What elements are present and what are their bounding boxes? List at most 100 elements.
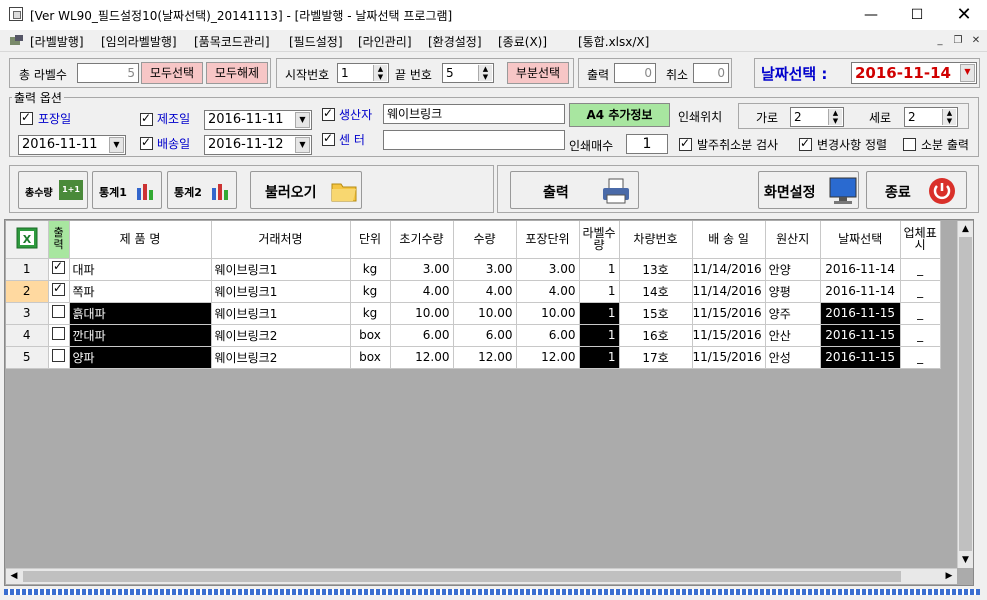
manufacture-date-checkbox[interactable] <box>140 111 153 126</box>
vertical-input[interactable]: 2 ▲ ▼ <box>904 107 958 127</box>
cell-qty[interactable]: 3.00 <box>453 258 517 281</box>
vertical-scroll-thumb[interactable] <box>959 237 972 551</box>
chevron-down-icon[interactable]: ▼ <box>960 64 975 82</box>
cell-client[interactable]: 웨이브링크1 <box>211 280 351 303</box>
cell-date[interactable]: 2016-11-14 <box>820 280 901 303</box>
excel-export-button[interactable]: X <box>6 221 49 259</box>
scroll-up-arrow[interactable]: ▲ <box>958 221 973 237</box>
cell-date[interactable]: 2016-11-14 <box>820 258 901 281</box>
menu-temp-label[interactable]: [임의라벨발행] <box>101 33 177 50</box>
cell-qty[interactable]: 10.00 <box>453 302 517 325</box>
cell-init-qty[interactable]: 12.00 <box>390 346 454 369</box>
cell-qty[interactable]: 4.00 <box>453 280 517 303</box>
col-init-qty[interactable]: 초기수량 <box>390 221 454 259</box>
scroll-down-arrow[interactable]: ▼ <box>958 552 973 568</box>
package-date-checkbox[interactable] <box>20 110 33 125</box>
delivery-date-combo[interactable]: 2016-11-12 ▼ <box>204 135 312 155</box>
menu-label-issue[interactable]: [라벨발행] <box>30 33 84 50</box>
row-checkbox[interactable] <box>48 280 70 303</box>
stats2-button[interactable]: 통계2 <box>167 171 237 209</box>
print-button[interactable]: 출력 <box>510 171 639 209</box>
cell-origin[interactable]: 안양 <box>765 258 821 281</box>
col-client[interactable]: 거래처명 <box>211 221 351 259</box>
horizontal-scroll-thumb[interactable] <box>23 571 901 582</box>
cell-unit[interactable]: box <box>350 346 391 369</box>
chevron-down-icon[interactable]: ▼ <box>109 137 124 153</box>
cell-pack[interactable]: 3.00 <box>516 258 580 281</box>
cell-qty[interactable]: 12.00 <box>453 346 517 369</box>
cell-labels[interactable]: 1 <box>579 302 620 325</box>
col-ship-date[interactable]: 배 송 일 <box>692 221 766 259</box>
row-number[interactable]: 4 <box>6 324 49 347</box>
package-date-combo[interactable]: 2016-11-11 ▼ <box>18 135 126 155</box>
cell-mark[interactable]: _ <box>900 258 941 281</box>
center-checkbox[interactable] <box>322 131 335 146</box>
delivery-date-checkbox[interactable] <box>140 135 153 150</box>
col-pack-unit[interactable]: 포장단위 <box>516 221 580 259</box>
cell-client[interactable]: 웨이브링크2 <box>211 324 351 347</box>
change-sort-checkbox[interactable] <box>799 136 812 151</box>
menu-field-settings[interactable]: [필드설정] <box>289 33 343 50</box>
col-date-select[interactable]: 날짜선택 <box>820 221 901 259</box>
cell-pack[interactable]: 4.00 <box>516 280 580 303</box>
cell-ship[interactable]: 11/14/2016 <box>692 258 766 281</box>
cell-init-qty[interactable]: 3.00 <box>390 258 454 281</box>
cell-ship[interactable]: 11/15/2016 <box>692 324 766 347</box>
cell-ship[interactable]: 11/15/2016 <box>692 346 766 369</box>
row-checkbox[interactable] <box>48 324 70 347</box>
row-number[interactable]: 5 <box>6 346 49 369</box>
copies-input[interactable]: 1 <box>626 134 668 154</box>
small-print-checkbox[interactable] <box>903 138 916 151</box>
manufacture-date-combo[interactable]: 2016-11-11 ▼ <box>204 110 312 130</box>
cell-origin[interactable]: 안산 <box>765 324 821 347</box>
vertical-spinner[interactable]: ▲ ▼ <box>942 109 956 125</box>
exit-button[interactable]: 종료 <box>866 171 967 209</box>
cell-qty[interactable]: 6.00 <box>453 324 517 347</box>
stats1-button[interactable]: 통계1 <box>92 171 162 209</box>
screen-settings-button[interactable]: 화면설정 <box>758 171 859 209</box>
cell-unit[interactable]: kg <box>350 302 391 325</box>
minimize-button[interactable]: — <box>848 0 894 30</box>
cell-mark[interactable]: _ <box>900 346 941 369</box>
col-vendor-mark[interactable]: 업체표시 <box>900 221 941 259</box>
cell-product[interactable]: 쪽파 <box>69 280 212 303</box>
mdi-close-button[interactable]: ✕ <box>968 34 984 48</box>
menu-exit[interactable]: [종료(X)] <box>498 33 547 50</box>
horizontal-input[interactable]: 2 ▲ ▼ <box>790 107 844 127</box>
menu-env-settings[interactable]: [환경설정] <box>428 33 482 50</box>
load-button[interactable]: 불러오기 <box>250 171 362 209</box>
cell-labels[interactable]: 1 <box>579 280 620 303</box>
cell-init-qty[interactable]: 10.00 <box>390 302 454 325</box>
cell-mark[interactable]: _ <box>900 302 941 325</box>
cell-unit[interactable]: box <box>350 324 391 347</box>
mdi-restore-button[interactable]: ❐ <box>950 34 966 48</box>
total-qty-button[interactable]: 총수량 1+1 <box>18 171 88 209</box>
chevron-down-icon[interactable]: ▼ <box>295 112 310 128</box>
row-number[interactable]: 3 <box>6 302 49 325</box>
cell-mark[interactable]: _ <box>900 324 941 347</box>
cell-car[interactable]: 14호 <box>619 280 693 303</box>
row-checkbox[interactable] <box>48 258 70 281</box>
maximize-button[interactable]: ☐ <box>894 0 940 30</box>
scroll-right-arrow[interactable]: ▶ <box>941 569 957 584</box>
cell-init-qty[interactable]: 4.00 <box>390 280 454 303</box>
menu-item-code[interactable]: [품목코드관리] <box>194 33 270 50</box>
partial-select-button[interactable]: 부분선택 <box>507 62 569 84</box>
scroll-left-arrow[interactable]: ◀ <box>6 569 22 584</box>
cell-unit[interactable]: kg <box>350 280 391 303</box>
cell-date[interactable]: 2016-11-15 <box>820 346 901 369</box>
row-number[interactable]: 2 <box>6 280 49 303</box>
start-no-input[interactable]: 1 ▲ ▼ <box>337 63 389 83</box>
cell-pack[interactable]: 6.00 <box>516 324 580 347</box>
row-check-icon[interactable] <box>52 281 65 296</box>
horizontal-spinner[interactable]: ▲ ▼ <box>828 109 842 125</box>
cell-product[interactable]: 양파 <box>69 346 212 369</box>
cell-product[interactable]: 대파 <box>69 258 212 281</box>
cell-init-qty[interactable]: 6.00 <box>390 324 454 347</box>
row-check-icon[interactable] <box>52 305 65 318</box>
cell-car[interactable]: 15호 <box>619 302 693 325</box>
menu-xlsx[interactable]: [통합.xlsx/X] <box>578 33 649 50</box>
table-row[interactable]: 4 깐대파 웨이브링크2 box 6.00 6.00 6.00 1 16호 11… <box>6 324 941 347</box>
excel-icon[interactable]: X <box>16 227 38 249</box>
row-number[interactable]: 1 <box>6 258 49 281</box>
